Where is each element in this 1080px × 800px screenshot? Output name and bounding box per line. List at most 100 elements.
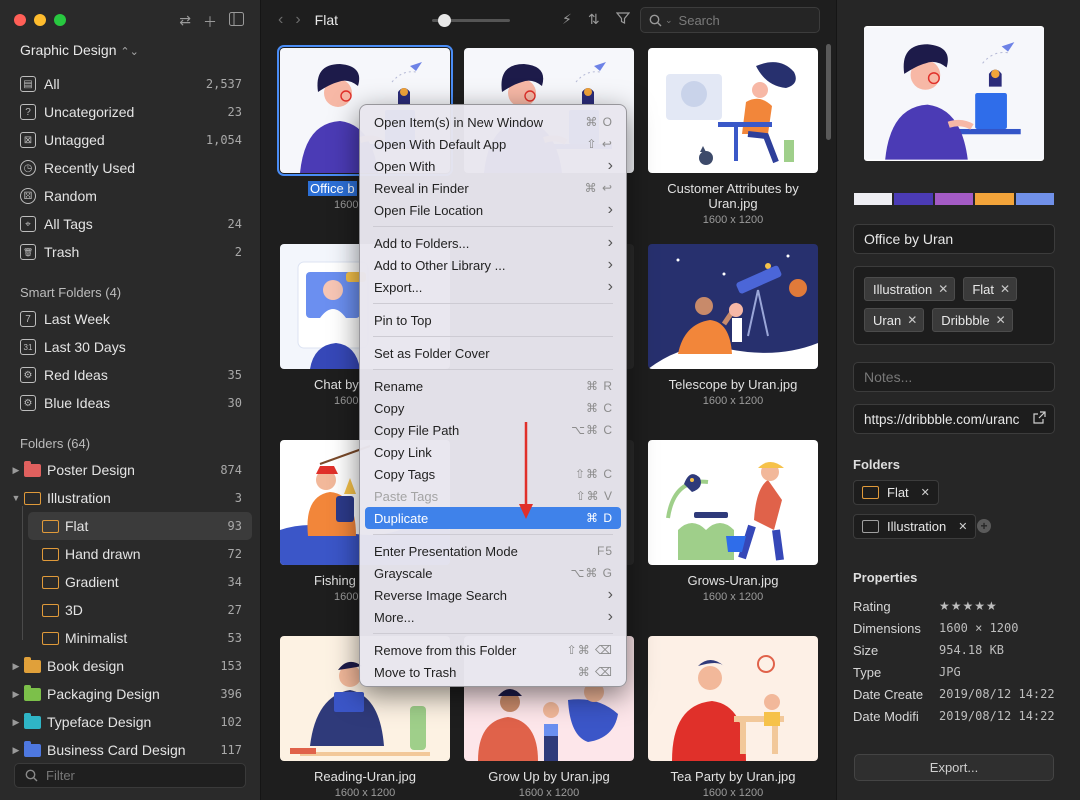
forward-button[interactable]: › <box>295 11 300 29</box>
export-button[interactable]: Export... <box>854 754 1054 781</box>
close-window-button[interactable] <box>14 14 26 26</box>
folder-chip[interactable]: Flat ✕ <box>853 480 939 505</box>
switch-icon[interactable]: ⇄ <box>179 12 191 32</box>
remove-folder-icon[interactable]: ✕ <box>958 520 967 533</box>
chevron-right-icon[interactable]: ▶ <box>10 465 22 476</box>
sidebar-item-all-tags[interactable]: ⌖ All Tags 24 <box>8 210 252 238</box>
menu-item-open-file-location[interactable]: Open File Location › <box>365 199 621 221</box>
menu-item-pin-to-top[interactable]: Pin to Top <box>365 309 621 331</box>
asset-thumbnail[interactable] <box>648 244 818 369</box>
menu-item-copy[interactable]: Copy ⌘ C <box>365 397 621 419</box>
folder-3d[interactable]: 3D 27 <box>28 596 252 624</box>
menu-item-export[interactable]: Export... › <box>365 276 621 298</box>
rating-stars[interactable]: ★★★★★ <box>939 599 998 613</box>
chevron-right-icon[interactable]: ▶ <box>10 661 22 672</box>
notes-field[interactable]: Notes... <box>853 362 1055 392</box>
minimize-window-button[interactable] <box>34 14 46 26</box>
sidebar-toggle-icon[interactable] <box>229 12 244 32</box>
folder-gradient[interactable]: Gradient 34 <box>28 568 252 596</box>
menu-item-move-to-trash[interactable]: Move to Trash ⌘ ⌫ <box>365 661 621 683</box>
chevron-right-icon[interactable]: ▶ <box>10 717 22 728</box>
folder-typeface-design[interactable]: ▶ Typeface Design 102 <box>8 708 252 736</box>
smart-folders-heading[interactable]: Smart Folders (4) <box>8 281 252 303</box>
sidebar-item-recently-used[interactable]: ◷ Recently Used <box>8 154 252 182</box>
smart-folder-last-30-days[interactable]: 31 Last 30 Days <box>8 333 252 361</box>
folder-minimalist[interactable]: Minimalist 53 <box>28 624 252 652</box>
slider-knob[interactable] <box>438 14 451 27</box>
url-field[interactable]: https://dribbble.com/uranc <box>853 404 1055 434</box>
asset-thumbnail[interactable] <box>648 636 818 761</box>
chevron-down-icon[interactable]: ▼ <box>10 493 22 503</box>
menu-item-more[interactable]: More... › <box>365 606 621 628</box>
menu-item-add-to-other-library[interactable]: Add to Other Library ... › <box>365 254 621 276</box>
folder-poster-design[interactable]: ▶ Poster Design 874 <box>8 456 252 484</box>
menu-item-grayscale[interactable]: Grayscale ⌥⌘ G <box>365 562 621 584</box>
tags-field[interactable]: Illustration ✕ Flat ✕ Uran ✕ Dribbble ✕ <box>853 266 1055 345</box>
menu-item-reverse-image-search[interactable]: Reverse Image Search › <box>365 584 621 606</box>
tag-chip[interactable]: Flat ✕ <box>963 277 1018 301</box>
remove-tag-icon[interactable]: ✕ <box>1000 282 1010 296</box>
remove-tag-icon[interactable]: ✕ <box>938 282 948 296</box>
smart-folder-red-ideas[interactable]: ⚙ Red Ideas 35 <box>8 361 252 389</box>
filter-funnel-icon[interactable] <box>615 11 630 28</box>
sidebar-item-trash[interactable]: 🗑︎ Trash 2 <box>8 238 252 266</box>
menu-item-open-with[interactable]: Open With › <box>365 155 621 177</box>
external-link-icon[interactable] <box>1033 411 1046 427</box>
asset-card[interactable]: Telescope by Uran.jpg 1600 x 1200 <box>648 244 818 407</box>
smart-folder-last-week[interactable]: 7 Last Week <box>8 305 252 333</box>
folder-hand-drawn[interactable]: Hand drawn 72 <box>28 540 252 568</box>
tag-chip[interactable]: Dribbble ✕ <box>932 308 1013 332</box>
sidebar-item-untagged[interactable]: ⊠ Untagged 1,054 <box>8 126 252 154</box>
folders-heading[interactable]: Folders (64) <box>8 432 252 454</box>
sidebar-item-uncategorized[interactable]: ? Uncategorized 23 <box>8 98 252 126</box>
zoom-window-button[interactable] <box>54 14 66 26</box>
sidebar-item-random[interactable]: ⚄ Random <box>8 182 252 210</box>
remove-folder-icon[interactable]: ✕ <box>921 486 930 499</box>
chevron-right-icon[interactable]: ▶ <box>10 745 22 756</box>
asset-thumbnail[interactable] <box>648 48 818 173</box>
menu-item-enter-presentation-mode[interactable]: Enter Presentation Mode F5 <box>365 540 621 562</box>
palette-swatch[interactable] <box>894 193 933 205</box>
menu-item-add-to-folders[interactable]: Add to Folders... › <box>365 232 621 254</box>
sidebar-item-all[interactable]: ▤ All 2,537 <box>8 70 252 98</box>
palette-swatch[interactable] <box>934 193 974 205</box>
asset-card[interactable]: Customer Attributes by Uran.jpg 1600 x 12… <box>648 48 818 226</box>
menu-item-rename[interactable]: Rename ⌘ R <box>365 375 621 397</box>
folder-chip[interactable]: Illustration ✕ <box>853 514 977 539</box>
sort-icon[interactable]: ⇅ <box>588 11 600 28</box>
add-icon[interactable]: ＋ <box>203 12 217 32</box>
thumbnail-size-slider[interactable] <box>432 14 510 27</box>
menu-item-reveal-in-finder[interactable]: Reveal in Finder ⌘ ↩ <box>365 177 621 199</box>
menu-item-open-item-s-in-new-window[interactable]: Open Item(s) in New Window ⌘ O <box>365 111 621 133</box>
asset-card[interactable]: Tea Party by Uran.jpg 1600 x 1200 <box>648 636 818 799</box>
menu-item-copy-tags[interactable]: Copy Tags ⇧⌘ C <box>365 463 621 485</box>
folder-packaging-design[interactable]: ▶ Packaging Design 396 <box>8 680 252 708</box>
remove-tag-icon[interactable]: ✕ <box>907 313 917 327</box>
folder-book-design[interactable]: ▶ Book design 153 <box>8 652 252 680</box>
search-field[interactable]: ⌄ Search <box>640 7 820 33</box>
tag-chip[interactable]: Illustration ✕ <box>864 277 956 301</box>
menu-item-duplicate[interactable]: Duplicate ⌘ D <box>365 507 621 529</box>
asset-card[interactable]: Grows-Uran.jpg 1600 x 1200 <box>648 440 818 603</box>
asset-thumbnail[interactable] <box>648 440 818 565</box>
back-button[interactable]: ‹ <box>278 11 283 29</box>
palette-swatch[interactable] <box>975 193 1014 205</box>
menu-item-copy-file-path[interactable]: Copy File Path ⌥⌘ C <box>365 419 621 441</box>
filter-input[interactable]: Filter <box>14 763 246 788</box>
smart-folder-blue-ideas[interactable]: ⚙ Blue Ideas 30 <box>8 389 252 417</box>
add-folder-icon[interactable]: + <box>977 519 991 533</box>
chevron-right-icon[interactable]: ▶ <box>10 689 22 700</box>
title-field[interactable]: Office by Uran <box>853 224 1055 254</box>
remove-tag-icon[interactable]: ✕ <box>996 313 1006 327</box>
folder-flat[interactable]: Flat 93 <box>28 512 252 540</box>
folder-business-card-design[interactable]: ▶ Business Card Design 117 <box>8 736 252 764</box>
palette-swatch[interactable] <box>1015 193 1055 205</box>
library-switcher[interactable]: Graphic Design ⌃⌄ <box>20 42 139 58</box>
preview-image[interactable] <box>864 26 1044 161</box>
menu-item-set-as-folder-cover[interactable]: Set as Folder Cover <box>365 342 621 364</box>
grid-scrollbar[interactable] <box>826 44 831 140</box>
folder-illustration[interactable]: ▼ Illustration 3 <box>8 484 252 512</box>
bolt-icon[interactable]: ⚡ <box>562 11 572 28</box>
menu-item-remove-from-this-folder[interactable]: Remove from this Folder ⇧⌘ ⌫ <box>365 639 621 661</box>
palette-swatch[interactable] <box>854 193 893 205</box>
